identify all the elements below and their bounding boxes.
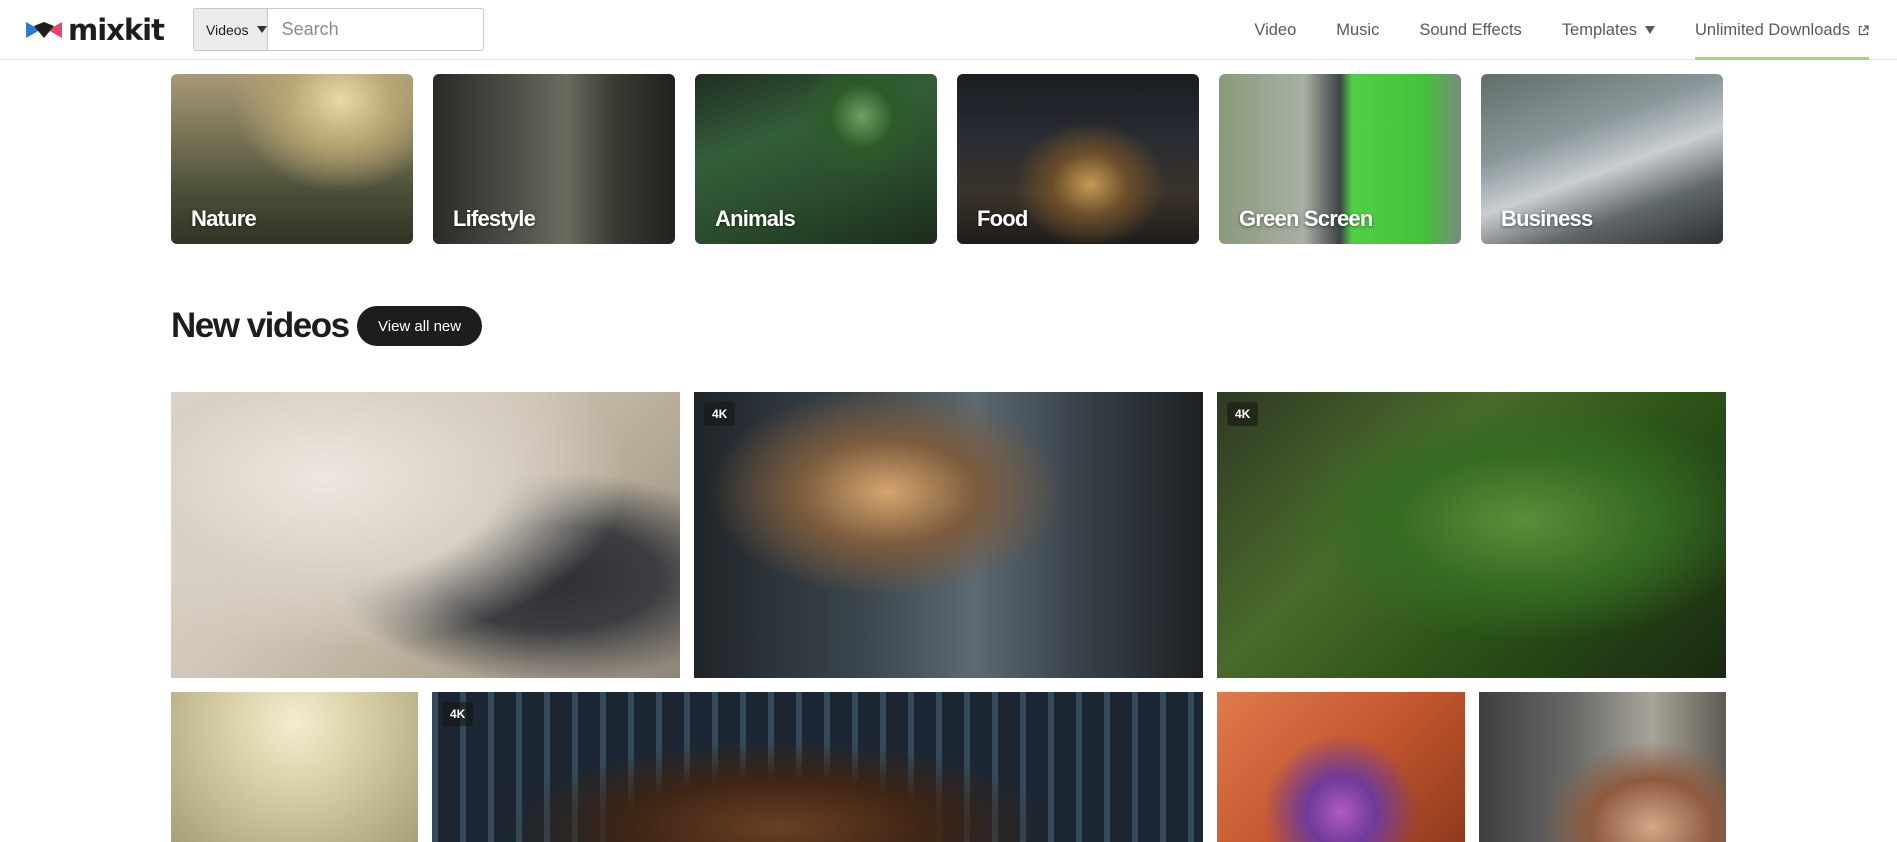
- category-tile-animals[interactable]: Animals: [695, 74, 937, 244]
- quality-badge: 4K: [442, 702, 474, 726]
- search-category-select[interactable]: Videos: [194, 9, 268, 50]
- quality-badge: 4K: [704, 402, 736, 426]
- nav-item-unlimited-downloads[interactable]: Unlimited Downloads: [1695, 0, 1869, 60]
- nav-item-label: Sound Effects: [1419, 20, 1522, 39]
- site-header: mixkit Videos Video Music Sound Effects …: [0, 0, 1897, 60]
- video-thumbnail[interactable]: [171, 392, 680, 678]
- quality-badge: 4K: [1227, 402, 1259, 426]
- nav-item-label: Video: [1254, 20, 1297, 39]
- search-category-value: Videos: [206, 21, 249, 38]
- video-thumbnail[interactable]: [1217, 692, 1465, 842]
- category-label: Food: [977, 206, 1028, 231]
- video-thumbnail[interactable]: [171, 692, 418, 842]
- video-thumbnail[interactable]: 4K: [694, 392, 1203, 678]
- section-title: New videos: [171, 306, 350, 345]
- nav-item-sound-effects[interactable]: Sound Effects: [1419, 0, 1521, 60]
- category-tile-lifestyle[interactable]: Lifestyle: [433, 74, 675, 244]
- category-label: Green Screen: [1239, 206, 1373, 231]
- mixkit-logo-icon: [26, 22, 62, 38]
- category-tiles: Nature Lifestyle Animals Food Green Scre…: [171, 74, 1723, 244]
- category-tile-green-screen[interactable]: Green Screen: [1219, 74, 1461, 244]
- category-label: Business: [1501, 206, 1593, 231]
- category-tile-food[interactable]: Food: [957, 74, 1199, 244]
- video-thumbnail[interactable]: [1479, 692, 1726, 842]
- category-tile-nature[interactable]: Nature: [171, 74, 413, 244]
- main-nav: Video Music Sound Effects Templates Unli…: [1214, 0, 1869, 60]
- nav-item-music[interactable]: Music: [1336, 0, 1379, 60]
- nav-item-label: Unlimited Downloads: [1695, 20, 1850, 39]
- nav-item-label: Music: [1336, 20, 1380, 39]
- view-all-new-button[interactable]: View all new: [357, 306, 483, 346]
- nav-item-templates[interactable]: Templates: [1562, 0, 1655, 60]
- search-input[interactable]: [267, 9, 483, 50]
- video-thumbnail[interactable]: 4K: [432, 692, 1203, 842]
- category-label: Lifestyle: [453, 206, 536, 231]
- chevron-down-icon: [256, 26, 267, 33]
- category-tile-business[interactable]: Business: [1481, 74, 1723, 244]
- video-thumbnail[interactable]: 4K: [1217, 392, 1726, 678]
- nav-item-video[interactable]: Video: [1254, 0, 1296, 60]
- chevron-down-icon: [1645, 26, 1655, 34]
- category-label: Animals: [715, 206, 796, 231]
- logo-text: mixkit: [68, 12, 165, 47]
- mixkit-logo[interactable]: mixkit: [26, 12, 165, 47]
- external-link-icon: [1858, 24, 1869, 35]
- category-label: Nature: [191, 206, 257, 231]
- nav-item-label: Templates: [1561, 20, 1637, 39]
- search-bar: Videos: [193, 8, 484, 51]
